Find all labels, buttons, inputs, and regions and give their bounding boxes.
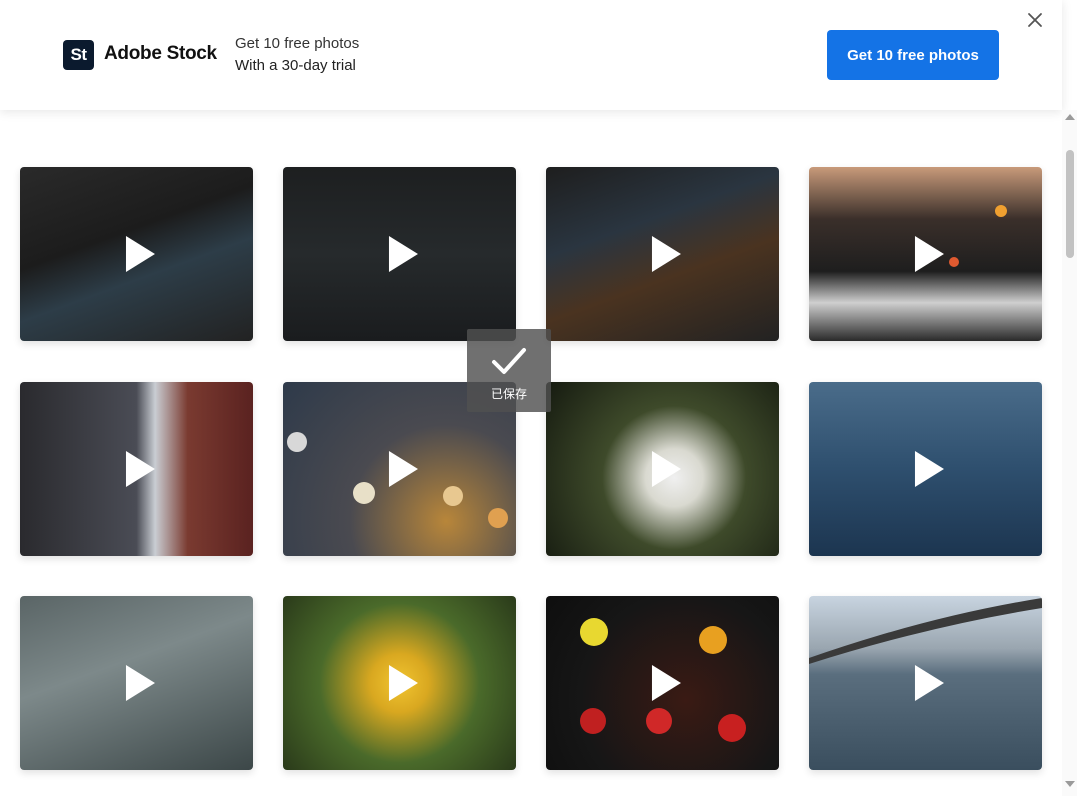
scroll-down-arrow-icon[interactable] <box>1065 781 1075 787</box>
play-icon <box>388 236 418 272</box>
play-icon <box>388 665 418 701</box>
scrollbar-thumb[interactable] <box>1066 150 1074 258</box>
play-icon <box>914 665 944 701</box>
promo-banner: St Adobe Stock Get 10 free photos With a… <box>0 0 1062 110</box>
bokeh-light <box>949 257 959 267</box>
checkmark-icon <box>492 348 526 374</box>
video-thumbnail[interactable] <box>20 382 253 556</box>
video-thumbnail[interactable] <box>546 596 779 770</box>
promo-line-1: Get 10 free photos <box>235 35 360 52</box>
play-icon <box>125 451 155 487</box>
get-free-photos-button[interactable]: Get 10 free photos <box>827 30 999 80</box>
close-icon <box>1028 13 1042 27</box>
brand-name: Adobe Stock <box>104 43 217 64</box>
bokeh-light <box>443 486 463 506</box>
play-icon <box>914 236 944 272</box>
video-thumbnail[interactable] <box>809 596 1042 770</box>
saved-toast: 已保存 <box>467 329 551 412</box>
play-icon <box>914 451 944 487</box>
bokeh-light <box>287 432 307 452</box>
play-icon <box>125 665 155 701</box>
play-icon <box>388 451 418 487</box>
saved-toast-label: 已保存 <box>490 387 527 401</box>
video-thumbnail[interactable] <box>20 596 253 770</box>
adobe-stock-logo: St <box>63 40 94 70</box>
promo-line-2: With a 30-day trial <box>235 57 356 74</box>
video-thumbnail[interactable] <box>546 382 779 556</box>
bokeh-light <box>718 714 746 742</box>
bokeh-light <box>699 626 727 654</box>
bokeh-light <box>488 508 508 528</box>
video-thumbnail[interactable] <box>809 382 1042 556</box>
play-icon <box>125 236 155 272</box>
scroll-up-arrow-icon[interactable] <box>1065 114 1075 120</box>
bokeh-light <box>580 708 606 734</box>
bokeh-light <box>580 618 608 646</box>
play-icon <box>651 451 681 487</box>
video-thumbnail[interactable] <box>283 596 516 770</box>
video-thumbnail[interactable] <box>20 167 253 341</box>
video-thumbnail[interactable] <box>809 167 1042 341</box>
play-icon <box>651 236 681 272</box>
bokeh-light <box>646 708 672 734</box>
video-thumbnail[interactable] <box>546 167 779 341</box>
close-banner-button[interactable] <box>1024 9 1046 31</box>
bokeh-light <box>995 205 1007 217</box>
bokeh-light <box>353 482 375 504</box>
video-thumbnail[interactable] <box>283 167 516 341</box>
play-icon <box>651 665 681 701</box>
